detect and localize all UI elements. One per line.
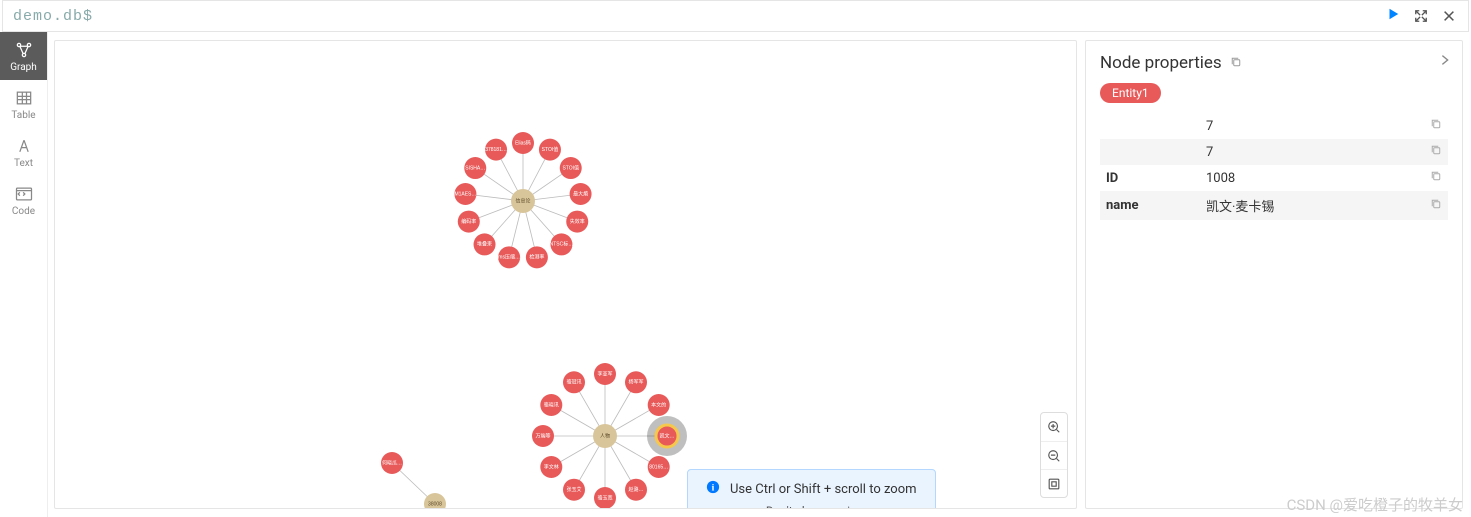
properties-title: Node properties — [1100, 53, 1448, 73]
fullscreen-icon[interactable] — [1414, 9, 1428, 23]
run-icon[interactable] — [1386, 7, 1400, 25]
tab-text-label: Text — [14, 158, 33, 169]
top-controls — [1374, 7, 1468, 25]
close-icon[interactable] — [1442, 9, 1456, 23]
copy-icon[interactable] — [1424, 139, 1448, 165]
tab-text[interactable]: Text — [0, 128, 47, 176]
property-key: name — [1100, 191, 1200, 220]
copy-icon[interactable] — [1230, 56, 1242, 71]
svg-text:i: i — [712, 483, 715, 494]
tab-code-label: Code — [12, 206, 35, 217]
zoom-controls — [1040, 412, 1068, 498]
properties-panel: Node properties Entity1 77ID1008name凯文·麦… — [1085, 40, 1463, 509]
property-key — [1100, 113, 1200, 139]
zoom-out-button[interactable] — [1041, 441, 1067, 469]
info-icon: i — [706, 480, 720, 498]
chevron-right-icon[interactable] — [1438, 51, 1452, 72]
view-tabs: Graph Table Text Code — [0, 32, 48, 517]
query-input[interactable]: demo.db$ — [3, 8, 1374, 25]
property-row: name凯文·麦卡锡 — [1100, 191, 1448, 220]
property-value: 7 — [1200, 113, 1424, 139]
property-value: 7 — [1200, 139, 1424, 165]
property-row: ID1008 — [1100, 165, 1448, 191]
tab-graph[interactable]: Graph — [0, 32, 47, 80]
tab-graph-label: Graph — [10, 62, 37, 73]
property-row: 7 — [1100, 139, 1448, 165]
property-value: 凯文·麦卡锡 — [1200, 191, 1424, 220]
tab-table[interactable]: Table — [0, 80, 47, 128]
tab-code[interactable]: Code — [0, 176, 47, 224]
copy-icon[interactable] — [1424, 191, 1448, 220]
property-key — [1100, 139, 1200, 165]
graph-canvas[interactable]: 信息论Elias码STOI值STOI值最大熵失效率NTSC标…检测率ms压缩…堆… — [54, 40, 1077, 509]
property-key: ID — [1100, 165, 1200, 191]
tab-table-label: Table — [11, 110, 35, 121]
property-row: 7 — [1100, 113, 1448, 139]
zoom-in-button[interactable] — [1041, 413, 1067, 441]
copy-icon[interactable] — [1424, 165, 1448, 191]
zoom-fit-button[interactable] — [1041, 469, 1067, 497]
copy-icon[interactable] — [1424, 113, 1448, 139]
tooltip-dismiss-link[interactable]: Don't show again — [766, 504, 857, 509]
properties-table: 77ID1008name凯文·麦卡锡 — [1100, 113, 1448, 220]
property-value: 1008 — [1200, 165, 1424, 191]
query-bar: demo.db$ — [2, 0, 1469, 32]
entity-badge[interactable]: Entity1 — [1100, 83, 1161, 103]
tooltip-message: Use Ctrl or Shift + scroll to zoom — [730, 482, 917, 497]
zoom-hint-tooltip: i Use Ctrl or Shift + scroll to zoom Don… — [687, 469, 936, 509]
